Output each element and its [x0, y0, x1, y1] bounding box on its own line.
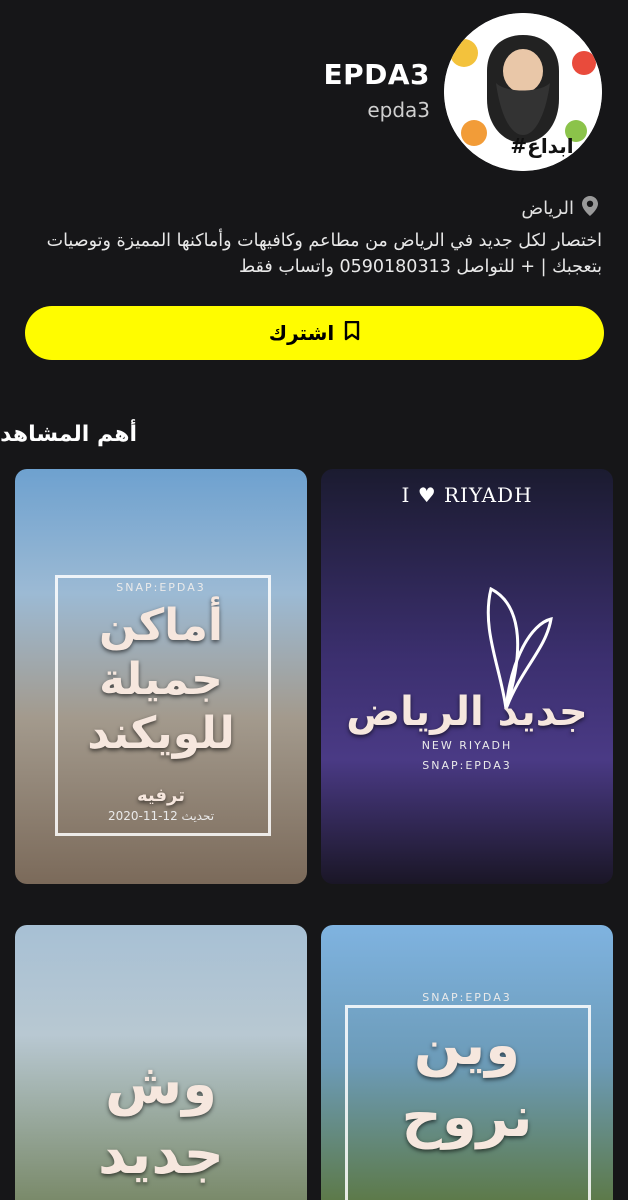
- highlight-card-new-riyadh[interactable]: I ♥ RIYADH جديد الرياض NEW RIYADH SNAP:E…: [321, 469, 613, 884]
- card-date: تحديث 12-11-2020: [107, 809, 215, 823]
- avatar-illustration: #ابداع: [444, 13, 602, 171]
- card-title: أماكن جميلة للويكند: [15, 599, 307, 761]
- profile-bio: اختصار لكل جديد في الرياض من مطاعم وكافي…: [22, 228, 602, 280]
- title-line-3: للويكند: [87, 708, 235, 759]
- card-tag: SNAP:EPDA3: [422, 991, 512, 1004]
- card-category: ترفيه: [136, 785, 185, 806]
- highlights-title: أهم المشاهد: [0, 422, 137, 447]
- profile-name: EPDA3: [323, 58, 430, 91]
- title-line-1: أماكن: [98, 600, 224, 651]
- title-line-2: جميلة: [99, 654, 223, 705]
- card-title: وش جديد: [15, 1050, 307, 1190]
- title-line-2: نروح: [401, 1085, 533, 1150]
- bio-line-1: اختصار لكل جديد في الرياض من مطاعم وكافي…: [46, 231, 602, 251]
- subscribe-button[interactable]: اشترك: [25, 306, 604, 360]
- card-tag: SNAP:EPDA3: [422, 759, 512, 772]
- highlight-card-where-to-go[interactable]: SNAP:EPDA3 وين نروح: [321, 925, 613, 1200]
- card-title: جديد الرياض: [346, 689, 588, 735]
- card-title: وين نروح: [321, 1010, 613, 1154]
- avatar-text: #ابداع: [510, 134, 573, 158]
- profile-avatar[interactable]: #ابداع: [444, 13, 602, 171]
- highlight-card-weekend-places[interactable]: SNAP:EPDA3 أماكن جميلة للويكند ترفيه تحد…: [15, 469, 307, 884]
- profile-handle: epda3: [367, 98, 430, 122]
- bookmark-icon: [344, 320, 360, 346]
- card-tag: SNAP:EPDA3: [116, 581, 206, 594]
- location[interactable]: الرياض: [521, 196, 598, 220]
- title-line-2: جديد: [97, 1122, 225, 1187]
- riyadh-sign: I ♥ RIYADH: [401, 483, 533, 507]
- highlight-card-whats-new[interactable]: وش جديد: [15, 925, 307, 1200]
- bio-line-2: بتعجبك | + للتواصل 0590180313 واتساب فقط: [238, 257, 602, 277]
- card-subtitle: NEW RIYADH: [421, 739, 513, 752]
- location-pin-icon: [582, 196, 598, 220]
- title-line-1: وش: [104, 1052, 218, 1117]
- subscribe-label: اشترك: [268, 321, 335, 345]
- title-line-1: وين: [413, 1013, 521, 1078]
- location-city: الرياض: [521, 197, 574, 219]
